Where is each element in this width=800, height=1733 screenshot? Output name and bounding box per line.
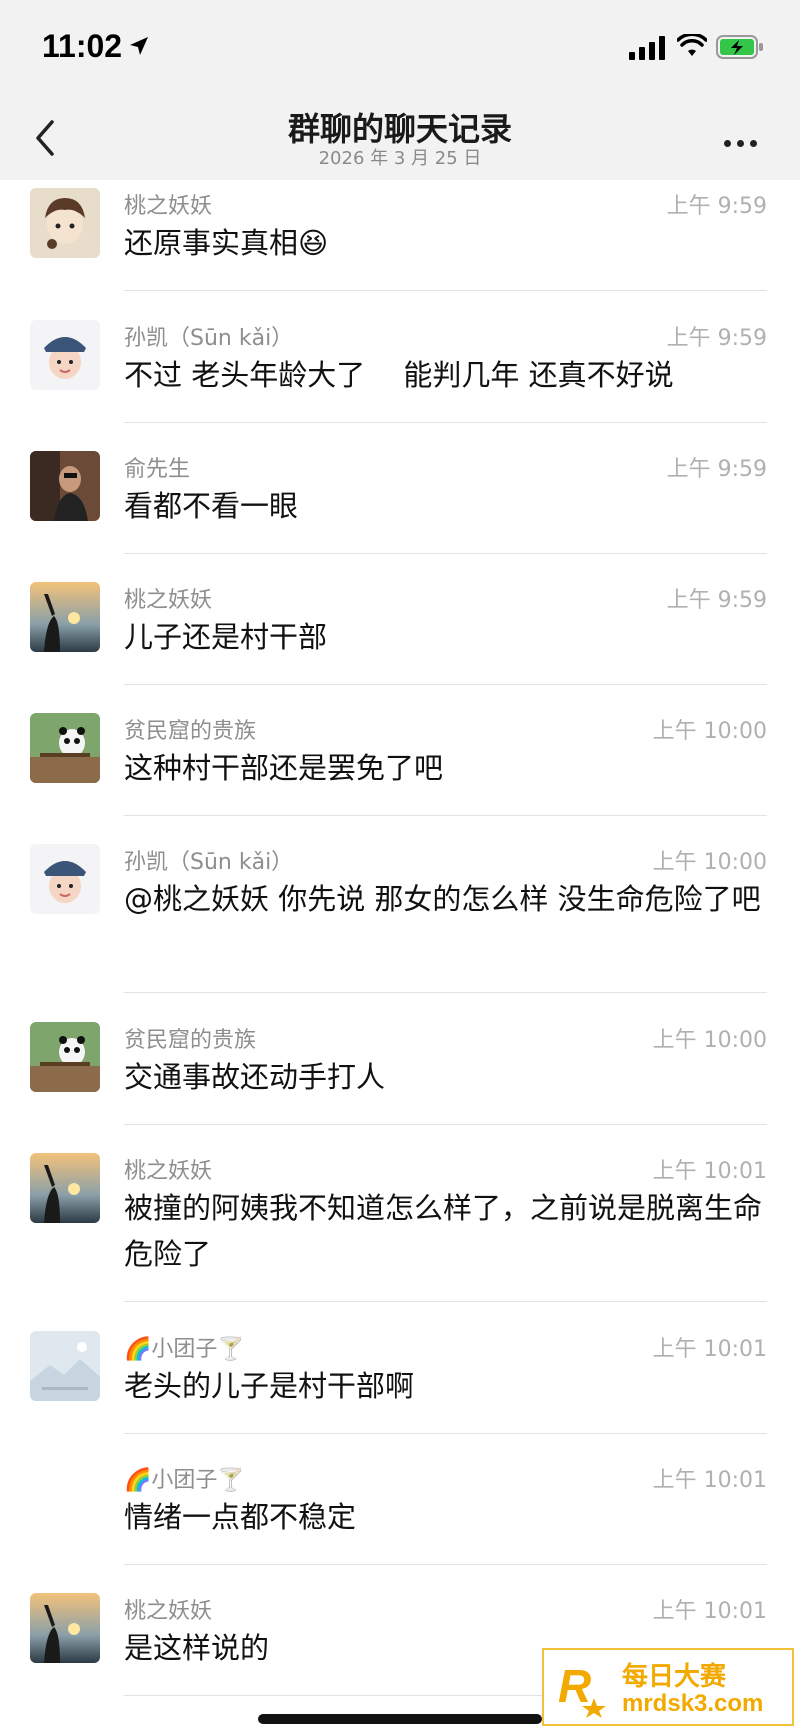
sender-name: 桃之妖妖 bbox=[124, 1599, 213, 1624]
watermark: R 每日大赛 mrdsk3.com bbox=[542, 1648, 794, 1726]
watermark-line-2: mrdsk3.com bbox=[622, 1690, 764, 1717]
svg-text:R: R bbox=[558, 1660, 591, 1712]
message-time: 上午 10:01 bbox=[652, 1159, 767, 1184]
nav-bar: 群聊的聊天记录 2026 年 3 月 25 日 bbox=[0, 90, 800, 180]
sender-name: 贫民窟的贵族 bbox=[124, 1028, 257, 1053]
sender-name: 🌈小团子🍸 bbox=[124, 1337, 245, 1362]
sender-name: 桃之妖妖 bbox=[124, 588, 213, 613]
message-time: 上午 10:01 bbox=[652, 1468, 767, 1493]
sender-name: 桃之妖妖 bbox=[124, 194, 213, 219]
divider bbox=[124, 1433, 767, 1434]
message-text: 还原事实真相😆 bbox=[124, 226, 329, 260]
avatar[interactable] bbox=[30, 451, 100, 521]
sender-name: 🌈小团子🍸 bbox=[124, 1468, 245, 1493]
message-text: 这种村干部还是罢免了吧 bbox=[124, 751, 444, 785]
sender-name: 孙凯（Sūn kǎi） bbox=[124, 326, 294, 351]
message-text: @桃之妖妖 你先说 那女的怎么样 没生命危险了吧 bbox=[124, 882, 761, 916]
more-options-button[interactable] bbox=[724, 132, 768, 147]
divider bbox=[124, 1564, 767, 1565]
message-time: 上午 9:59 bbox=[666, 457, 767, 482]
status-bar: 11:02 bbox=[0, 0, 800, 90]
avatar[interactable] bbox=[30, 188, 100, 258]
battery-charging-icon bbox=[716, 35, 763, 59]
sender-name: 俞先生 bbox=[124, 457, 191, 482]
divider bbox=[124, 815, 767, 816]
location-arrow-icon bbox=[130, 37, 148, 55]
message-text: 情绪一点都不稳定 bbox=[124, 1500, 357, 1534]
watermark-logo-icon: R bbox=[558, 1660, 606, 1718]
home-indicator[interactable] bbox=[258, 1714, 542, 1724]
avatar[interactable] bbox=[30, 844, 100, 914]
sender-name: 孙凯（Sūn kǎi） bbox=[124, 850, 294, 875]
message-text: 老头的儿子是村干部啊 bbox=[124, 1369, 415, 1403]
sender-name: 桃之妖妖 bbox=[124, 1159, 213, 1184]
message-time: 上午 10:01 bbox=[652, 1599, 767, 1624]
cellular-signal-icon bbox=[629, 36, 665, 60]
message-text: 被撞的阿姨我不知道怎么样了，之前说是脱离生命危险了 bbox=[124, 1191, 763, 1271]
message-text: 交通事故还动手打人 bbox=[124, 1060, 386, 1094]
avatar[interactable] bbox=[30, 1331, 100, 1401]
avatar[interactable] bbox=[30, 1593, 100, 1663]
message-time: 上午 9:59 bbox=[666, 588, 767, 613]
message-text: 不过 老头年龄大了 能判几年 还真不好说 bbox=[124, 358, 674, 392]
avatar[interactable] bbox=[30, 1153, 100, 1223]
divider bbox=[124, 290, 767, 291]
message-time: 上午 9:59 bbox=[666, 194, 767, 219]
avatar[interactable] bbox=[30, 1022, 100, 1092]
avatar[interactable] bbox=[30, 582, 100, 652]
divider bbox=[124, 553, 767, 554]
watermark-line-1: 每日大赛 bbox=[622, 1662, 727, 1692]
message-time: 上午 10:00 bbox=[652, 719, 767, 744]
message-text: 儿子还是村干部 bbox=[124, 620, 328, 654]
sender-name: 贫民窟的贵族 bbox=[124, 719, 257, 744]
avatar[interactable] bbox=[30, 713, 100, 783]
status-time: 11:02 bbox=[42, 28, 123, 64]
page-subtitle: 2026 年 3 月 25 日 bbox=[318, 148, 482, 169]
message-text: 看都不看一眼 bbox=[124, 489, 299, 523]
message-time: 上午 10:00 bbox=[652, 1028, 767, 1053]
message-time: 上午 10:01 bbox=[652, 1337, 767, 1362]
divider bbox=[124, 1124, 767, 1125]
divider bbox=[124, 992, 767, 993]
wifi-icon bbox=[677, 34, 707, 56]
message-time: 上午 9:59 bbox=[666, 326, 767, 351]
message-time: 上午 10:00 bbox=[652, 850, 767, 875]
divider bbox=[124, 684, 767, 685]
divider bbox=[124, 422, 767, 423]
divider bbox=[124, 1301, 767, 1302]
avatar[interactable] bbox=[30, 320, 100, 390]
